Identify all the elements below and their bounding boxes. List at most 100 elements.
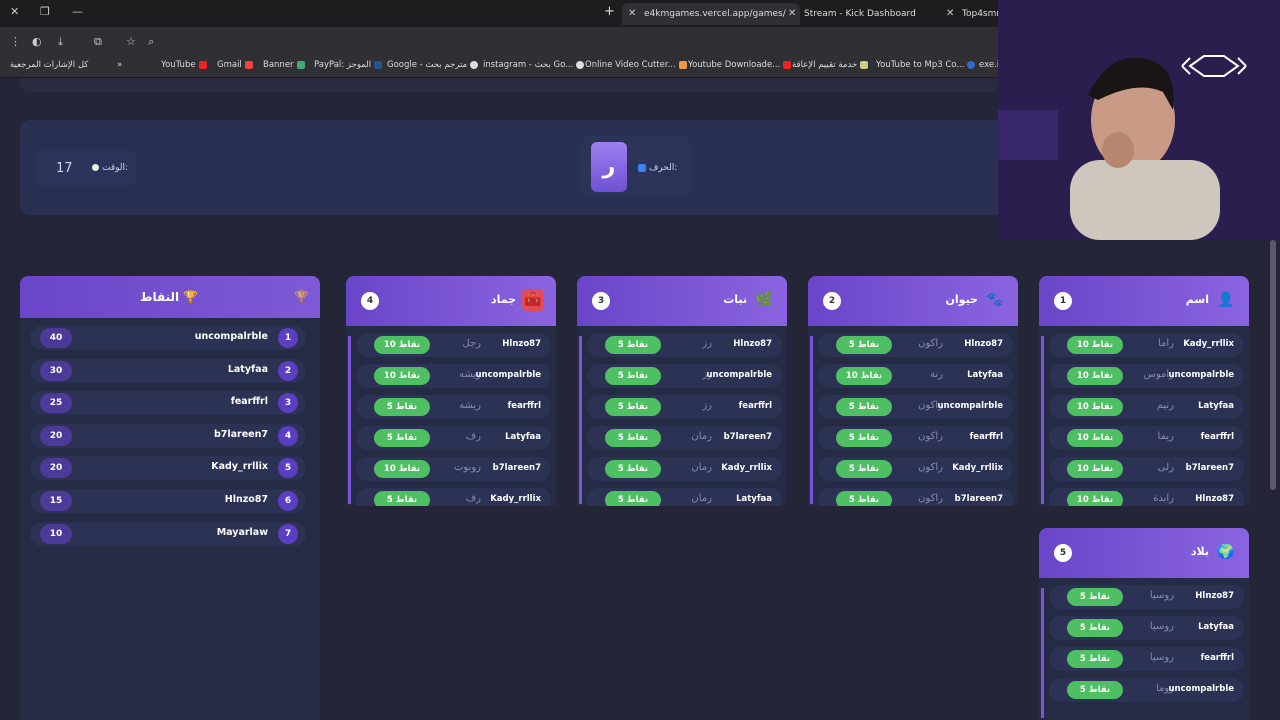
answer-row: 5 نقاط راكون Hlnzo87 bbox=[818, 333, 1013, 357]
minimize-window-icon[interactable]: — bbox=[72, 5, 83, 18]
answer-player-name: Kady_rrllix bbox=[952, 463, 1003, 473]
answer-text: راكون bbox=[918, 462, 943, 473]
tab-e4kmgames[interactable]: ✕ e4kmgames.vercel.app/games/ bbox=[622, 3, 800, 25]
bookmark-disability[interactable]: خدمة تقييم الإعاقة bbox=[792, 60, 869, 70]
answer-player-name: Latyfaa bbox=[736, 494, 772, 504]
page-scrollbar[interactable] bbox=[1270, 240, 1276, 490]
answer-row: 5 نقاط روسيا Hlnzo87 bbox=[1049, 585, 1244, 609]
answer-row: 5 نقاط روسيا fearffrl bbox=[1049, 647, 1244, 671]
stream-logo bbox=[1181, 55, 1247, 77]
tab-title: Stream - Kick Dashboard bbox=[804, 9, 916, 19]
answer-row: 5 نقاط رز fearffrl bbox=[587, 395, 782, 419]
timer-label: الوقت: bbox=[92, 163, 128, 173]
answer-row: 5 نقاط راكون uncompalrble bbox=[818, 395, 1013, 419]
extensions-icon[interactable]: ⧉ bbox=[94, 35, 102, 49]
answer-points-pill: 10 نقاط bbox=[374, 367, 430, 385]
restore-window-icon[interactable]: ❐ bbox=[40, 5, 50, 18]
answer-row: 10 نقاط ريشه uncompalrble bbox=[356, 364, 551, 388]
bookmark-youtube-mp3[interactable]: YouTube to Mp3 Co... bbox=[876, 60, 976, 70]
answer-text: ريشه bbox=[459, 400, 481, 411]
answer-points-pill: 10 نقاط bbox=[374, 336, 430, 354]
tab-title: e4kmgames.vercel.app/games/ bbox=[644, 9, 786, 19]
answer-row: 10 نقاط راموس uncompalrble bbox=[1049, 364, 1244, 388]
answer-text: راما bbox=[1157, 338, 1174, 349]
globe-icon: 🌍 bbox=[1217, 544, 1235, 560]
bookmark-instagram[interactable]: instagram - بحث Go... bbox=[483, 60, 585, 70]
search-icon[interactable]: ⌕ bbox=[148, 35, 154, 49]
close-tab-icon[interactable]: ✕ bbox=[628, 3, 636, 25]
timer-value: 17 bbox=[56, 161, 73, 176]
score-row: 20 Kady_rrllix 5 bbox=[30, 456, 306, 481]
category-accent-bar bbox=[1041, 588, 1044, 718]
top-strip bbox=[20, 78, 1000, 92]
score-rank: 3 bbox=[278, 393, 298, 414]
bookmark-banner[interactable]: Banner bbox=[263, 60, 305, 70]
bookmark-all[interactable]: كل الإشارات المرجعية bbox=[10, 60, 88, 70]
answer-player-name: Latyfaa bbox=[967, 370, 1003, 380]
bookmark-gmail[interactable]: Gmail bbox=[217, 60, 253, 70]
answer-text: روسيا bbox=[1149, 652, 1174, 663]
answer-points-pill: 5 نقاط bbox=[836, 460, 892, 478]
letter-label: الحرف: bbox=[638, 163, 677, 173]
webcam-overlay bbox=[998, 0, 1280, 240]
answer-points-pill: 10 نقاط bbox=[1067, 367, 1123, 385]
bookmark-video-cutter[interactable]: Online Video Cutter... bbox=[585, 60, 687, 70]
answer-points-pill: 5 نقاط bbox=[605, 367, 661, 385]
answer-points-pill: 5 نقاط bbox=[605, 429, 661, 447]
score-row: 40 uncompalrble 1 bbox=[30, 326, 306, 350]
close-tab-icon[interactable]: ✕ bbox=[788, 3, 796, 25]
answer-points-pill: 5 نقاط bbox=[605, 398, 661, 416]
answer-player-name: Latyfaa bbox=[505, 432, 541, 442]
answer-text: رجل bbox=[462, 338, 481, 349]
answer-points-pill: 10 نقاط bbox=[836, 367, 892, 385]
answer-row: 10 نقاط رجل Hlnzo87 bbox=[356, 333, 551, 357]
answer-player-name: b7lareen7 bbox=[492, 463, 541, 473]
new-tab-icon[interactable]: + bbox=[604, 4, 615, 19]
answer-player-name: fearffrl bbox=[507, 401, 541, 411]
answer-player-name: b7lareen7 bbox=[1185, 463, 1234, 473]
game-header bbox=[20, 120, 1010, 215]
answer-row: 5 نقاط رز uncompalrble bbox=[587, 364, 782, 388]
answer-text: ريما bbox=[1157, 431, 1174, 442]
bookmark-google-translate[interactable]: Google - مترجم بحث bbox=[387, 60, 479, 70]
category-card-hayawan: 2 حيوان 🐾 5 نقاط راكون Hlnzo87 10 نقاط ر… bbox=[808, 276, 1018, 506]
score-player-name: b7lareen7 bbox=[213, 428, 268, 440]
answer-row: 5 نقاط راكون Kady_rrllix bbox=[818, 457, 1013, 481]
answer-points-pill: 5 نقاط bbox=[836, 491, 892, 506]
answer-row: 10 نقاط رابدة Hlnzo87 bbox=[1049, 488, 1244, 506]
score-player-name: Latyfaa bbox=[227, 363, 268, 375]
answer-text: رابدة bbox=[1153, 493, 1174, 504]
answer-row: 5 نقاط روما uncompalrble bbox=[1049, 678, 1244, 702]
profile-icon[interactable]: ◐ bbox=[32, 35, 42, 48]
answer-row: 10 نقاط ريما fearffrl bbox=[1049, 426, 1244, 450]
download-icon[interactable]: ⤓ bbox=[58, 35, 63, 49]
score-row: 30 Latyfaa 2 bbox=[30, 358, 306, 383]
bookmark-youtube[interactable]: YouTube bbox=[161, 60, 207, 70]
leaf-icon: 🌿 bbox=[755, 292, 773, 308]
close-window-icon[interactable]: ✕ bbox=[10, 5, 19, 18]
category-accent-bar bbox=[579, 336, 582, 504]
answer-text: رنيم bbox=[1156, 400, 1174, 411]
close-tab-icon[interactable]: ✕ bbox=[946, 3, 954, 25]
bookmarks-overflow-icon[interactable]: » bbox=[117, 60, 122, 70]
bookmark-youtube-downloader[interactable]: Youtube Downloade... bbox=[688, 60, 792, 70]
answer-player-name: Kady_rrllix bbox=[1183, 339, 1234, 349]
answer-points-pill: 5 نقاط bbox=[605, 336, 661, 354]
tab-kick-dashboard[interactable]: ✕ Stream - Kick Dashboard bbox=[782, 3, 934, 25]
answer-player-name: fearffrl bbox=[738, 401, 772, 411]
bookmark-star-icon[interactable]: ☆ bbox=[126, 35, 136, 48]
category-card-jamad: 4 جماد 🧰 10 نقاط رجل Hlnzo87 10 نقاط ريش… bbox=[346, 276, 556, 506]
menu-dots-icon[interactable]: ⋮ bbox=[10, 35, 21, 48]
answer-player-name: fearffrl bbox=[1200, 432, 1234, 442]
answer-points-pill: 5 نقاط bbox=[1067, 619, 1123, 637]
score-row: 15 Hlnzo87 6 bbox=[30, 489, 306, 513]
bookmark-paypal[interactable]: PayPal: الموجز bbox=[314, 60, 383, 70]
category-name: بلاد bbox=[1190, 545, 1209, 558]
score-points: 10 bbox=[40, 523, 72, 544]
answer-row: 5 نقاط راكون b7lareen7 bbox=[818, 488, 1013, 506]
streamer-video bbox=[998, 0, 1280, 240]
score-row: 10 Mayarlaw 7 bbox=[30, 521, 306, 546]
answer-player-name: uncompalrble bbox=[1168, 684, 1234, 694]
answer-player-name: Latyfaa bbox=[1198, 401, 1234, 411]
trophy-icon: 🏆 bbox=[294, 290, 309, 304]
